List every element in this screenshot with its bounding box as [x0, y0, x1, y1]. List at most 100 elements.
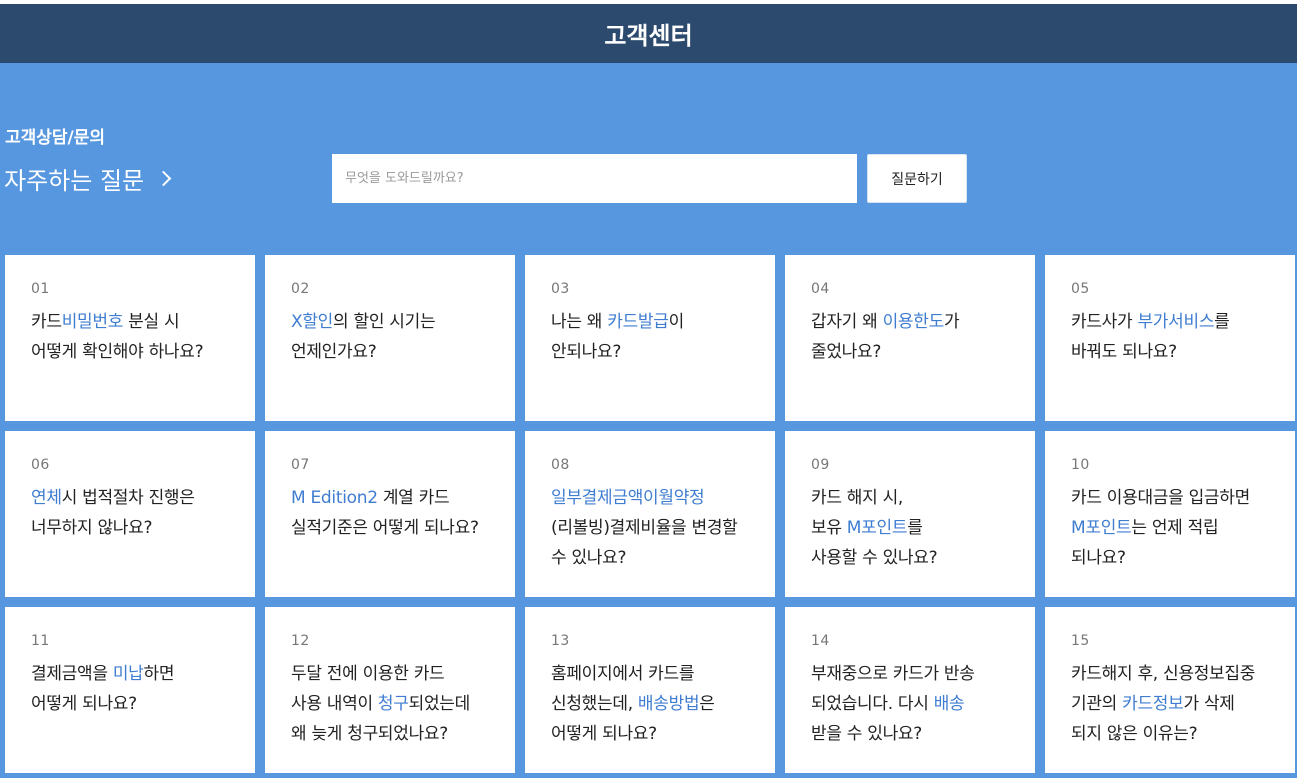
faq-keyword: X할인: [291, 312, 334, 332]
faq-question: 부재중으로 카드가 반송 되었습니다. 다시 배송 받을 수 있나요?: [811, 659, 1009, 749]
faq-question-line: 바꿔도 되나요?: [1071, 337, 1269, 367]
faq-text: 카드 이용대금을 입금하면: [1071, 488, 1250, 508]
faq-keyword: 배송방법: [637, 694, 700, 714]
ask-button[interactable]: 질문하기: [867, 154, 967, 203]
faq-card[interactable]: 10 카드 이용대금을 입금하면 M포인트는 언제 적립 되나요?: [1045, 431, 1295, 597]
section-subtitle: 고객상담/문의: [5, 128, 106, 148]
faq-keyword: 카드정보: [1122, 694, 1184, 714]
faq-question-line: 되었습니다. 다시 배송: [811, 689, 1009, 719]
faq-link[interactable]: 자주하는 질문: [4, 161, 172, 196]
faq-question-line: 되나요?: [1071, 543, 1269, 573]
faq-text: 카드: [31, 312, 62, 332]
faq-text: 수 있나요?: [551, 548, 627, 568]
faq-question: 카드 이용대금을 입금하면 M포인트는 언제 적립 되나요?: [1071, 483, 1269, 573]
faq-number: 09: [811, 457, 830, 473]
faq-question-line: 실적기준은 어떻게 되나요?: [291, 513, 489, 543]
faq-number: 14: [811, 633, 830, 649]
faq-question-line: 연체시 법적절차 진행은: [31, 483, 229, 513]
faq-question: 카드비밀번호 분실 시 어떻게 확인해야 하나요?: [31, 307, 229, 367]
faq-card[interactable]: 11 결제금액을 미납하면 어떻게 되나요?: [5, 607, 255, 773]
faq-text: 카드 해지 시,: [811, 488, 904, 508]
faq-number: 05: [1071, 281, 1090, 297]
faq-question: 카드해지 후, 신용정보집중 기관의 카드정보가 삭제 되지 않은 이유는?: [1071, 659, 1269, 749]
faq-question-line: 어떻게 되나요?: [31, 689, 229, 719]
page-title: 고객센터: [604, 22, 693, 50]
faq-text: 를: [907, 518, 923, 538]
faq-card[interactable]: 14 부재중으로 카드가 반송 되었습니다. 다시 배송 받을 수 있나요?: [785, 607, 1035, 773]
faq-card[interactable]: 13 홈페이지에서 카드를 신청했는데, 배송방법은 어떻게 되나요?: [525, 607, 775, 773]
faq-question-line: X할인의 할인 시기는: [291, 307, 489, 337]
faq-question-line: 부재중으로 카드가 반송: [811, 659, 1009, 689]
faq-question: 홈페이지에서 카드를 신청했는데, 배송방법은 어떻게 되나요?: [551, 659, 749, 749]
faq-question-line: 수 있나요?: [551, 543, 749, 573]
faq-number: 02: [291, 281, 310, 297]
search-input[interactable]: [332, 154, 857, 203]
faq-number: 01: [31, 281, 50, 297]
faq-card[interactable]: 06 연체시 법적절차 진행은 너무하지 않나요?: [5, 431, 255, 597]
faq-card[interactable]: 12 두달 전에 이용한 카드사용 내역이 청구되었는데왜 늦게 청구되었나요?: [265, 607, 515, 773]
faq-text: 분실 시: [123, 312, 180, 332]
faq-question: 연체시 법적절차 진행은너무하지 않나요?: [31, 483, 229, 543]
faq-text: 바꿔도 되나요?: [1071, 342, 1177, 362]
faq-question: 나는 왜 카드발급이 안되나요?: [551, 307, 749, 367]
faq-number: 08: [551, 457, 570, 473]
faq-question-line: 두달 전에 이용한 카드: [291, 659, 489, 689]
faq-keyword: 부가서비스: [1137, 312, 1215, 332]
faq-question-line: 보유 M포인트를: [811, 513, 1009, 543]
faq-card[interactable]: 01 카드비밀번호 분실 시 어떻게 확인해야 하나요?: [5, 255, 255, 421]
faq-keyword: 비밀번호: [61, 312, 124, 332]
faq-card[interactable]: 03 나는 왜 카드발급이 안되나요?: [525, 255, 775, 421]
faq-question-line: 사용 내역이 청구되었는데: [291, 689, 489, 719]
faq-card[interactable]: 09 카드 해지 시, 보유 M포인트를사용할 수 있나요?: [785, 431, 1035, 597]
faq-keyword: 카드발급: [607, 312, 669, 332]
faq-card[interactable]: 05 카드사가 부가서비스를 바꿔도 되나요?: [1045, 255, 1295, 421]
faq-card[interactable]: 07 M Edition2 계열 카드 실적기준은 어떻게 되나요?: [265, 431, 515, 597]
faq-number: 11: [31, 633, 50, 649]
faq-question: X할인의 할인 시기는 언제인가요?: [291, 307, 489, 367]
faq-question-line: 언제인가요?: [291, 337, 489, 367]
main-area: 고객상담/문의 자주하는 질문 질문하기 01 카드비밀번호 분실 시어떻게 확인…: [0, 63, 1297, 778]
faq-number: 12: [291, 633, 310, 649]
faq-question-line: M Edition2 계열 카드: [291, 483, 489, 513]
faq-question: 결제금액을 미납하면 어떻게 되나요?: [31, 659, 229, 719]
faq-question-line: 기관의 카드정보가 삭제: [1071, 689, 1269, 719]
faq-number: 04: [811, 281, 830, 297]
faq-text: 두달 전에 이용한 카드: [291, 664, 445, 684]
faq-text: 되었는데: [408, 694, 471, 714]
faq-text: 어떻게 되나요?: [551, 724, 657, 744]
faq-text: 부재중으로 카드가 반송: [811, 664, 975, 684]
faq-question-line: 카드 해지 시,: [811, 483, 1009, 513]
faq-question: M Edition2 계열 카드실적기준은 어떻게 되나요?: [291, 483, 489, 543]
faq-card[interactable]: 02 X할인의 할인 시기는 언제인가요?: [265, 255, 515, 421]
faq-text: 은: [699, 694, 715, 714]
faq-question-line: M포인트는 언제 적립: [1071, 513, 1269, 543]
faq-keyword: M포인트: [846, 518, 908, 538]
faq-question-line: 어떻게 되나요?: [551, 719, 749, 749]
faq-keyword: M포인트: [1071, 518, 1132, 538]
faq-text: 왜 늦게 청구되었나요?: [291, 724, 448, 744]
faq-text: 기관의: [1071, 694, 1123, 714]
faq-question-line: 일부결제금액이월약정: [551, 483, 749, 513]
faq-text: 이: [668, 312, 685, 332]
faq-card[interactable]: 15 카드해지 후, 신용정보집중 기관의 카드정보가 삭제 되지 않은 이유는?: [1045, 607, 1295, 773]
faq-text: 가 삭제: [1183, 694, 1235, 714]
faq-text: 사용 내역이: [291, 694, 378, 714]
faq-question-line: 되지 않은 이유는?: [1071, 719, 1269, 749]
faq-text: 어떻게 되나요?: [31, 694, 137, 714]
faq-text: 하면: [143, 664, 175, 684]
faq-question-line: 갑자기 왜 이용한도가: [811, 307, 1009, 337]
faq-text: 되었습니다. 다시: [811, 694, 934, 714]
faq-text: 계열 카드: [377, 488, 450, 508]
faq-text: 실적기준은 어떻게 되나요?: [291, 518, 479, 538]
faq-text: 보유: [811, 518, 847, 538]
faq-question-line: 왜 늦게 청구되었나요?: [291, 719, 489, 749]
chevron-right-icon: [155, 170, 172, 187]
faq-text: 너무하지 않나요?: [31, 518, 153, 538]
faq-question-line: 나는 왜 카드발급이: [551, 307, 749, 337]
faq-card[interactable]: 04 갑자기 왜 이용한도가 줄었나요?: [785, 255, 1035, 421]
faq-card[interactable]: 08 일부결제금액이월약정 (리볼빙)결제비율을 변경할 수 있나요?: [525, 431, 775, 597]
faq-number: 03: [551, 281, 570, 297]
faq-keyword: 일부결제금액이월약정: [551, 488, 705, 508]
faq-number: 10: [1071, 457, 1090, 473]
faq-text: 사용할 수 있나요?: [811, 548, 938, 568]
